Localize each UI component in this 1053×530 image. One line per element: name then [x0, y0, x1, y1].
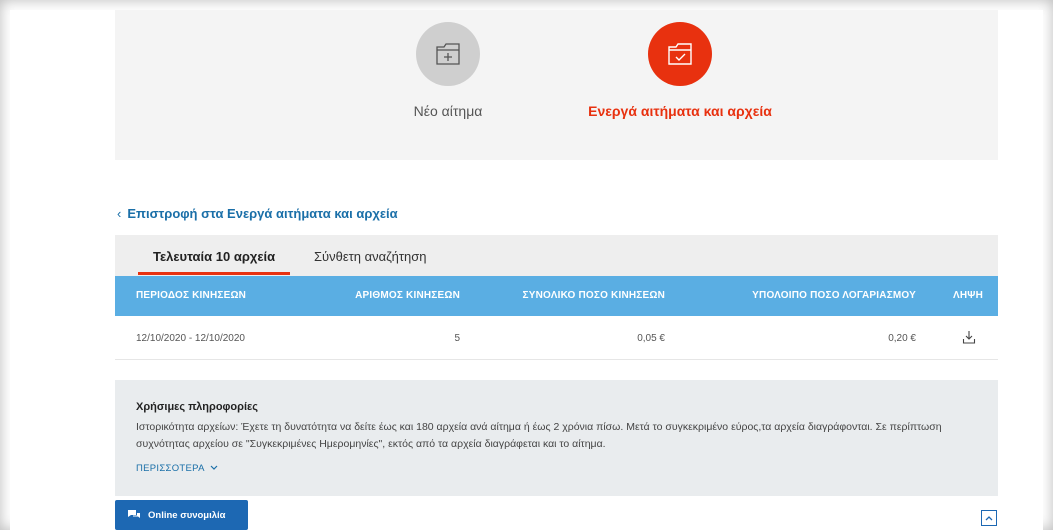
chevron-down-icon [210, 463, 218, 474]
cell-count: 5 [454, 333, 460, 344]
scroll-to-top-button[interactable] [981, 510, 997, 526]
useful-info-box: Χρήσιμες πληροφορίες Ιστορικότητα αρχείω… [115, 380, 998, 496]
tabs-bar: Τελευταία 10 αρχεία Σύνθετη αναζήτηση [115, 235, 998, 276]
actions-panel: Νέο αίτημα Ενεργά αιτήματα και αρχεία [115, 10, 998, 160]
cell-period: 12/10/2020 - 12/10/2020 [136, 333, 245, 344]
cell-balance: 0,20 € [888, 333, 916, 344]
download-icon [962, 331, 976, 344]
active-requests-circle[interactable] [648, 22, 712, 86]
more-link[interactable]: ΠΕΡΙΣΣΟΤΕΡΑ [136, 463, 218, 474]
online-chat-button[interactable]: Online συνομιλία [115, 500, 248, 530]
download-button[interactable] [962, 330, 976, 347]
header-balance: ΥΠΟΛΟΙΠΟ ΠΟΣΟ ΛΟΓΑΡΙΑΣΜΟΥ [752, 290, 916, 301]
cell-total: 0,05 € [637, 333, 665, 344]
info-text: Ιστορικότητα αρχείων: Έχετε τη δυνατότητ… [136, 421, 942, 450]
online-chat-label: Online συνομιλία [148, 509, 226, 521]
chevron-up-icon [985, 516, 993, 521]
back-link-label: Επιστροφή στα Ενεργά αιτήματα και αρχεία [127, 206, 398, 221]
page-content: Νέο αίτημα Ενεργά αιτήματα και αρχεία ‹ Ε… [10, 10, 1043, 530]
chevron-left-icon: ‹ [117, 206, 122, 221]
folder-plus-icon [436, 43, 460, 65]
new-request-action[interactable]: Νέο αίτημα [378, 22, 518, 120]
header-total: ΣΥΝΟΛΙΚΟ ΠΟΣΟ ΚΙΝΗΣΕΩΝ [522, 290, 665, 301]
active-requests-label: Ενεργά αιτήματα και αρχεία [588, 103, 772, 119]
new-request-circle[interactable] [416, 22, 480, 86]
folder-check-icon [668, 43, 692, 65]
chat-icon [127, 509, 141, 521]
more-link-label: ΠΕΡΙΣΣΟΤΕΡΑ [136, 463, 205, 474]
window-frame: Νέο αίτημα Ενεργά αιτήματα και αρχεία ‹ Ε… [0, 0, 1053, 530]
active-tab-indicator [138, 272, 290, 275]
tab-last-10-files[interactable]: Τελευταία 10 αρχεία [153, 249, 275, 264]
active-requests-action[interactable]: Ενεργά αιτήματα και αρχεία [570, 22, 790, 120]
header-download: ΛΗΨΗ [952, 290, 983, 301]
info-title: Χρήσιμες πληροφορίες [136, 401, 258, 413]
header-period: ΠΕΡΙΟΔΟΣ ΚΙΝΗΣΕΩΝ [136, 290, 247, 301]
back-link[interactable]: ‹ Επιστροφή στα Ενεργά αιτήματα και αρχεί… [117, 206, 398, 221]
header-count: ΑΡΙΘΜΟΣ ΚΙΝΗΣΕΩΝ [355, 290, 460, 301]
new-request-label: Νέο αίτημα [413, 103, 483, 119]
tab-advanced-search[interactable]: Σύνθετη αναζήτηση [314, 249, 427, 264]
table-header: ΠΕΡΙΟΔΟΣ ΚΙΝΗΣΕΩΝ ΑΡΙΘΜΟΣ ΚΙΝΗΣΕΩΝ ΣΥΝΟΛ… [115, 276, 998, 316]
table-row: 12/10/2020 - 12/10/2020 5 0,05 € 0,20 € [115, 316, 998, 360]
